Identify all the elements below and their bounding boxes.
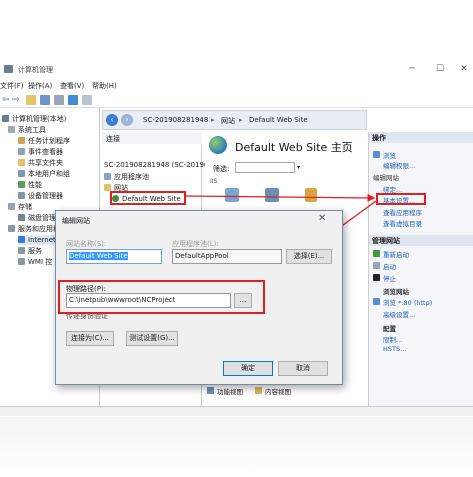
ok-button[interactable]: 确定 (223, 361, 273, 376)
connect-as-button[interactable]: 连接为(C)... (66, 331, 114, 346)
dialog-close-icon[interactable]: ✕ (318, 213, 326, 224)
app-pool-label: 应用程序池(L): (172, 240, 219, 248)
select-pool-button[interactable]: 选择(E)... (286, 249, 332, 264)
site-name-value: Default Web Site (69, 252, 128, 260)
cancel-button[interactable]: 取消 (278, 361, 328, 376)
app-pool-field: DefaultAppPool (172, 249, 282, 264)
highlight-physical-path (58, 280, 265, 314)
dialog-title: 编辑网站 (62, 217, 90, 225)
blurred-bottom-area (0, 417, 473, 477)
test-settings-button[interactable]: 测试设置(G)... (126, 331, 178, 346)
site-name-field[interactable]: Default Web Site (66, 249, 162, 264)
site-name-label: 网站名称(S): (66, 240, 107, 248)
status-bar (0, 406, 473, 416)
arrow-to-basic-settings (185, 194, 376, 202)
